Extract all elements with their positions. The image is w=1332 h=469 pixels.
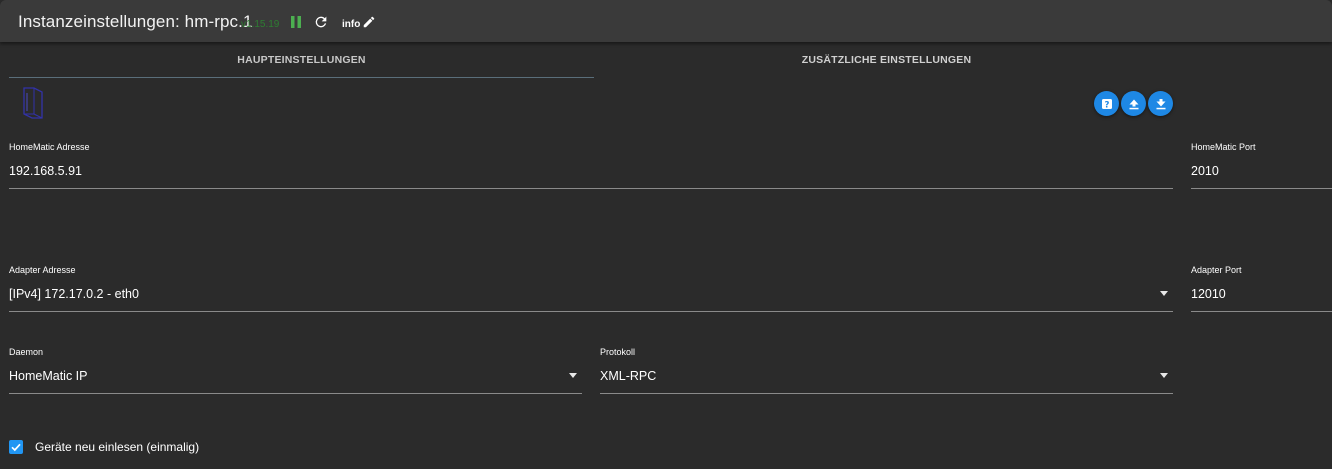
adapter-logo [20,85,48,126]
help-icon: ? [1101,98,1112,110]
protocol-select[interactable]: Protokoll XML-RPC [600,347,1173,395]
chevron-down-icon[interactable] [1160,291,1168,296]
help-button[interactable]: ? [1094,91,1119,116]
adapter-port-field[interactable]: Adapter Port 12010 [1191,265,1332,313]
tab-additional-settings[interactable]: ZUSÄTZLICHE EINSTELLUNGEN [594,42,1179,77]
upload-button[interactable] [1121,91,1146,116]
homematic-port-underline [1191,188,1332,189]
homematic-address-input[interactable]: 192.168.5.91 [9,164,82,178]
download-button[interactable] [1148,91,1173,116]
chevron-down-icon[interactable] [569,373,577,378]
homematic-port-label: HomeMatic Port [1191,142,1256,152]
adapter-port-underline [1191,311,1332,312]
edit-pencil-icon[interactable] [362,15,376,34]
adapter-address-value[interactable]: [IPv4] 172.17.0.2 - eth0 [9,287,139,301]
tab-main-settings[interactable]: HAUPTEINSTELLUNGEN [9,42,594,78]
protocol-label: Protokoll [600,347,636,357]
homematic-port-input[interactable]: 2010 [1191,164,1219,178]
homematic-port-field[interactable]: HomeMatic Port 2010 [1191,142,1332,190]
download-icon [1156,98,1165,109]
homematic-address-label: HomeMatic Adresse [9,142,90,152]
adapter-port-input[interactable]: 12010 [1191,287,1226,301]
protocol-underline [600,393,1173,394]
settings-tabs: HAUPTEINSTELLUNGEN ZUSÄTZLICHE EINSTELLU… [9,42,1332,78]
daemon-underline [9,393,582,394]
chevron-down-icon[interactable] [1160,373,1168,378]
homematic-address-field[interactable]: HomeMatic Adresse 192.168.5.91 [9,142,1173,190]
version-label: v1.15.19 [241,19,280,30]
pause-icon[interactable] [290,15,302,34]
daemon-value[interactable]: HomeMatic IP [9,369,88,383]
reread-devices-label[interactable]: Geräte neu einlesen (einmalig) [35,440,199,454]
title-bar: Instanzeinstellungen: hm-rpc.1 v1.15.19 … [0,0,1332,42]
homematic-address-underline [9,188,1173,189]
refresh-icon[interactable] [313,14,329,35]
adapter-port-label: Adapter Port [1191,265,1242,275]
daemon-label: Daemon [9,347,44,357]
page-title: Instanzeinstellungen: hm-rpc.1 [18,12,253,31]
upload-icon [1129,99,1138,109]
protocol-value[interactable]: XML-RPC [600,369,656,383]
info-link[interactable]: info [342,19,360,30]
checkmark-icon [11,443,21,452]
svg-text:?: ? [1104,100,1109,110]
daemon-select[interactable]: Daemon HomeMatic IP [9,347,582,395]
reread-devices-checkbox[interactable] [9,440,23,454]
adapter-address-select[interactable]: Adapter Adresse [IPv4] 172.17.0.2 - eth0 [9,265,1173,313]
adapter-address-underline [9,311,1173,312]
adapter-address-label: Adapter Adresse [9,265,76,275]
